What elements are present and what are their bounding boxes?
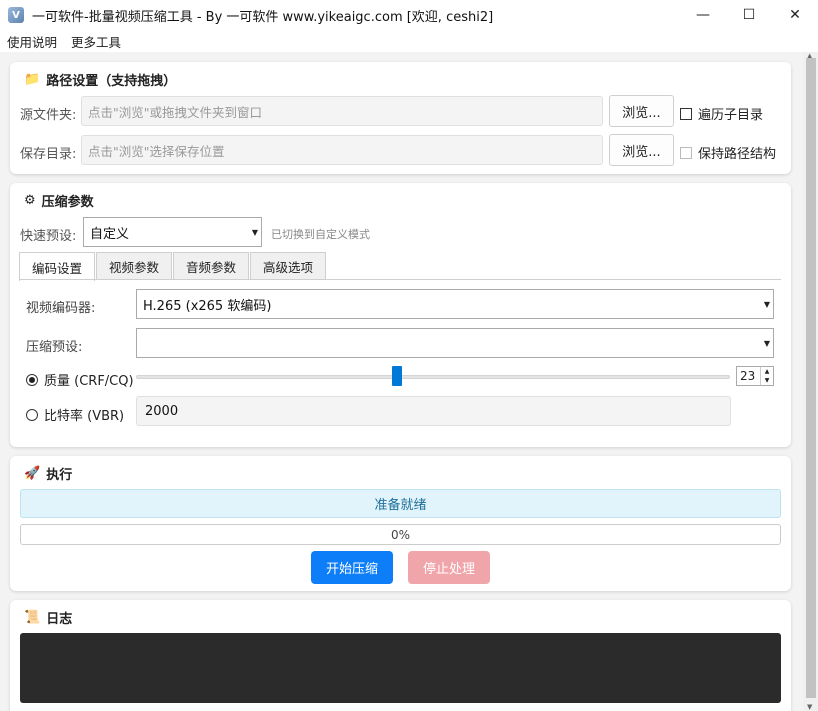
status-bar: 准备就绪 — [20, 489, 781, 518]
source-browse-button[interactable]: 浏览... — [609, 95, 674, 127]
quick-preset-select[interactable]: 自定义 ▼ — [83, 217, 262, 247]
scroll-icon: 📜 — [24, 610, 41, 625]
window-controls: — ☐ ✕ — [680, 0, 818, 30]
start-compress-button[interactable]: 开始压缩 — [311, 551, 393, 584]
rocket-icon: 🚀 — [24, 466, 41, 481]
execute-card: 🚀 执行 准备就绪 0% 开始压缩 停止处理 — [10, 456, 791, 591]
log-card: 📜 日志 — [10, 600, 791, 711]
recurse-subdirs-checkbox[interactable]: 遍历子目录 — [680, 104, 763, 123]
quality-spinbox-value: 23 — [740, 369, 756, 383]
video-encoder-select[interactable]: H.265 (x265 软编码) ▼ — [136, 289, 774, 319]
gear-icon: ⚙ — [24, 193, 36, 208]
menu-item-more-tools[interactable]: 更多工具 — [71, 32, 121, 51]
window-title: 一可软件-批量视频压缩工具 - By 一可软件 www.yikeaigc.com… — [32, 9, 494, 25]
bitrate-radio-dot[interactable] — [26, 408, 38, 421]
folder-icon: 📁 — [24, 72, 41, 87]
vertical-scrollbar[interactable]: ▲ ▼ — [803, 52, 818, 711]
tab-divider — [19, 279, 781, 280]
spin-arrows-icon[interactable]: ▲ ▼ — [760, 367, 773, 385]
chevron-down-icon: ▼ — [763, 339, 770, 348]
keep-structure-checkbox-box[interactable] — [680, 146, 692, 159]
tab-encoding[interactable]: 编码设置 — [19, 252, 96, 281]
preset-hint: 已切换到自定义模式 — [271, 228, 370, 241]
scroll-down-icon[interactable]: ▼ — [807, 703, 812, 711]
quality-slider-handle[interactable] — [392, 366, 403, 386]
keep-structure-checkbox[interactable]: 保持路径结构 — [680, 143, 776, 162]
maximize-button[interactable]: ☐ — [726, 0, 772, 30]
video-encoder-value: H.265 (x265 软编码) — [143, 298, 272, 314]
recurse-checkbox-box[interactable] — [680, 107, 692, 120]
keep-structure-checkbox-label: 保持路径结构 — [698, 147, 777, 162]
stop-process-button[interactable]: 停止处理 — [408, 551, 490, 584]
chevron-down-icon: ▼ — [763, 300, 770, 309]
minimize-button[interactable]: — — [680, 0, 726, 30]
settings-tabs: 编码设置 视频参数 音频参数 高级选项 — [19, 252, 327, 281]
source-folder-label: 源文件夹: — [20, 108, 77, 123]
bitrate-radio[interactable]: 比特率 (VBR) — [26, 405, 124, 424]
log-title-text: 日志 — [46, 612, 73, 627]
tab-audio[interactable]: 音频参数 — [173, 252, 250, 280]
tab-advanced[interactable]: 高级选项 — [250, 252, 327, 280]
bitrate-input[interactable]: 2000 — [136, 396, 731, 426]
title-bar: V 一可软件-批量视频压缩工具 - By 一可软件 www.yikeaigc.c… — [0, 0, 818, 30]
execute-title: 🚀 执行 — [24, 464, 72, 483]
main-content: 📁 路径设置（支持拖拽） 源文件夹: 点击"浏览"或拖拽文件夹到窗口 浏览...… — [0, 52, 803, 711]
progress-bar: 0% — [20, 524, 781, 545]
log-output[interactable] — [20, 633, 781, 703]
quality-spinbox[interactable]: 23 ▲ ▼ — [736, 366, 774, 386]
quick-preset-label: 快速预设: — [20, 229, 77, 244]
execute-title-text: 执行 — [46, 468, 73, 483]
compress-params-title-text: 压缩参数 — [41, 195, 94, 210]
compress-params-card: ⚙ 压缩参数 快速预设: 自定义 ▼ 已切换到自定义模式 编码设置 视频参数 音… — [10, 183, 791, 447]
path-settings-title: 📁 路径设置（支持拖拽） — [24, 70, 176, 89]
close-button[interactable]: ✕ — [772, 0, 818, 30]
quick-preset-value: 自定义 — [90, 226, 130, 242]
quality-radio-label: 质量 (CRF/CQ) — [44, 374, 134, 389]
menu-bar: 使用说明 更多工具 — [0, 30, 818, 52]
tab-video[interactable]: 视频参数 — [96, 252, 173, 280]
path-settings-card: 📁 路径设置（支持拖拽） 源文件夹: 点击"浏览"或拖拽文件夹到窗口 浏览...… — [10, 62, 791, 174]
compress-preset-label: 压缩预设: — [26, 340, 83, 355]
save-dir-label: 保存目录: — [20, 147, 77, 162]
save-dir-input[interactable]: 点击"浏览"选择保存位置 — [81, 135, 603, 165]
path-settings-title-text: 路径设置（支持拖拽） — [46, 74, 177, 89]
quality-slider-track[interactable] — [136, 375, 730, 379]
app-icon: V — [8, 7, 24, 23]
bitrate-radio-label: 比特率 (VBR) — [44, 409, 125, 424]
quality-radio-dot[interactable] — [26, 373, 38, 386]
menu-item-help[interactable]: 使用说明 — [7, 32, 57, 51]
recurse-checkbox-label: 遍历子目录 — [698, 108, 764, 123]
log-title: 📜 日志 — [24, 608, 72, 627]
compress-preset-select[interactable]: ▼ — [136, 328, 774, 358]
scroll-thumb[interactable] — [806, 58, 816, 698]
progress-text: 0% — [390, 527, 411, 542]
save-browse-button[interactable]: 浏览... — [609, 134, 674, 166]
source-folder-input[interactable]: 点击"浏览"或拖拽文件夹到窗口 — [81, 96, 603, 126]
quality-radio[interactable]: 质量 (CRF/CQ) — [26, 370, 134, 389]
video-encoder-label: 视频编码器: — [26, 301, 96, 316]
compress-params-title: ⚙ 压缩参数 — [24, 191, 94, 210]
chevron-down-icon: ▼ — [251, 228, 258, 237]
